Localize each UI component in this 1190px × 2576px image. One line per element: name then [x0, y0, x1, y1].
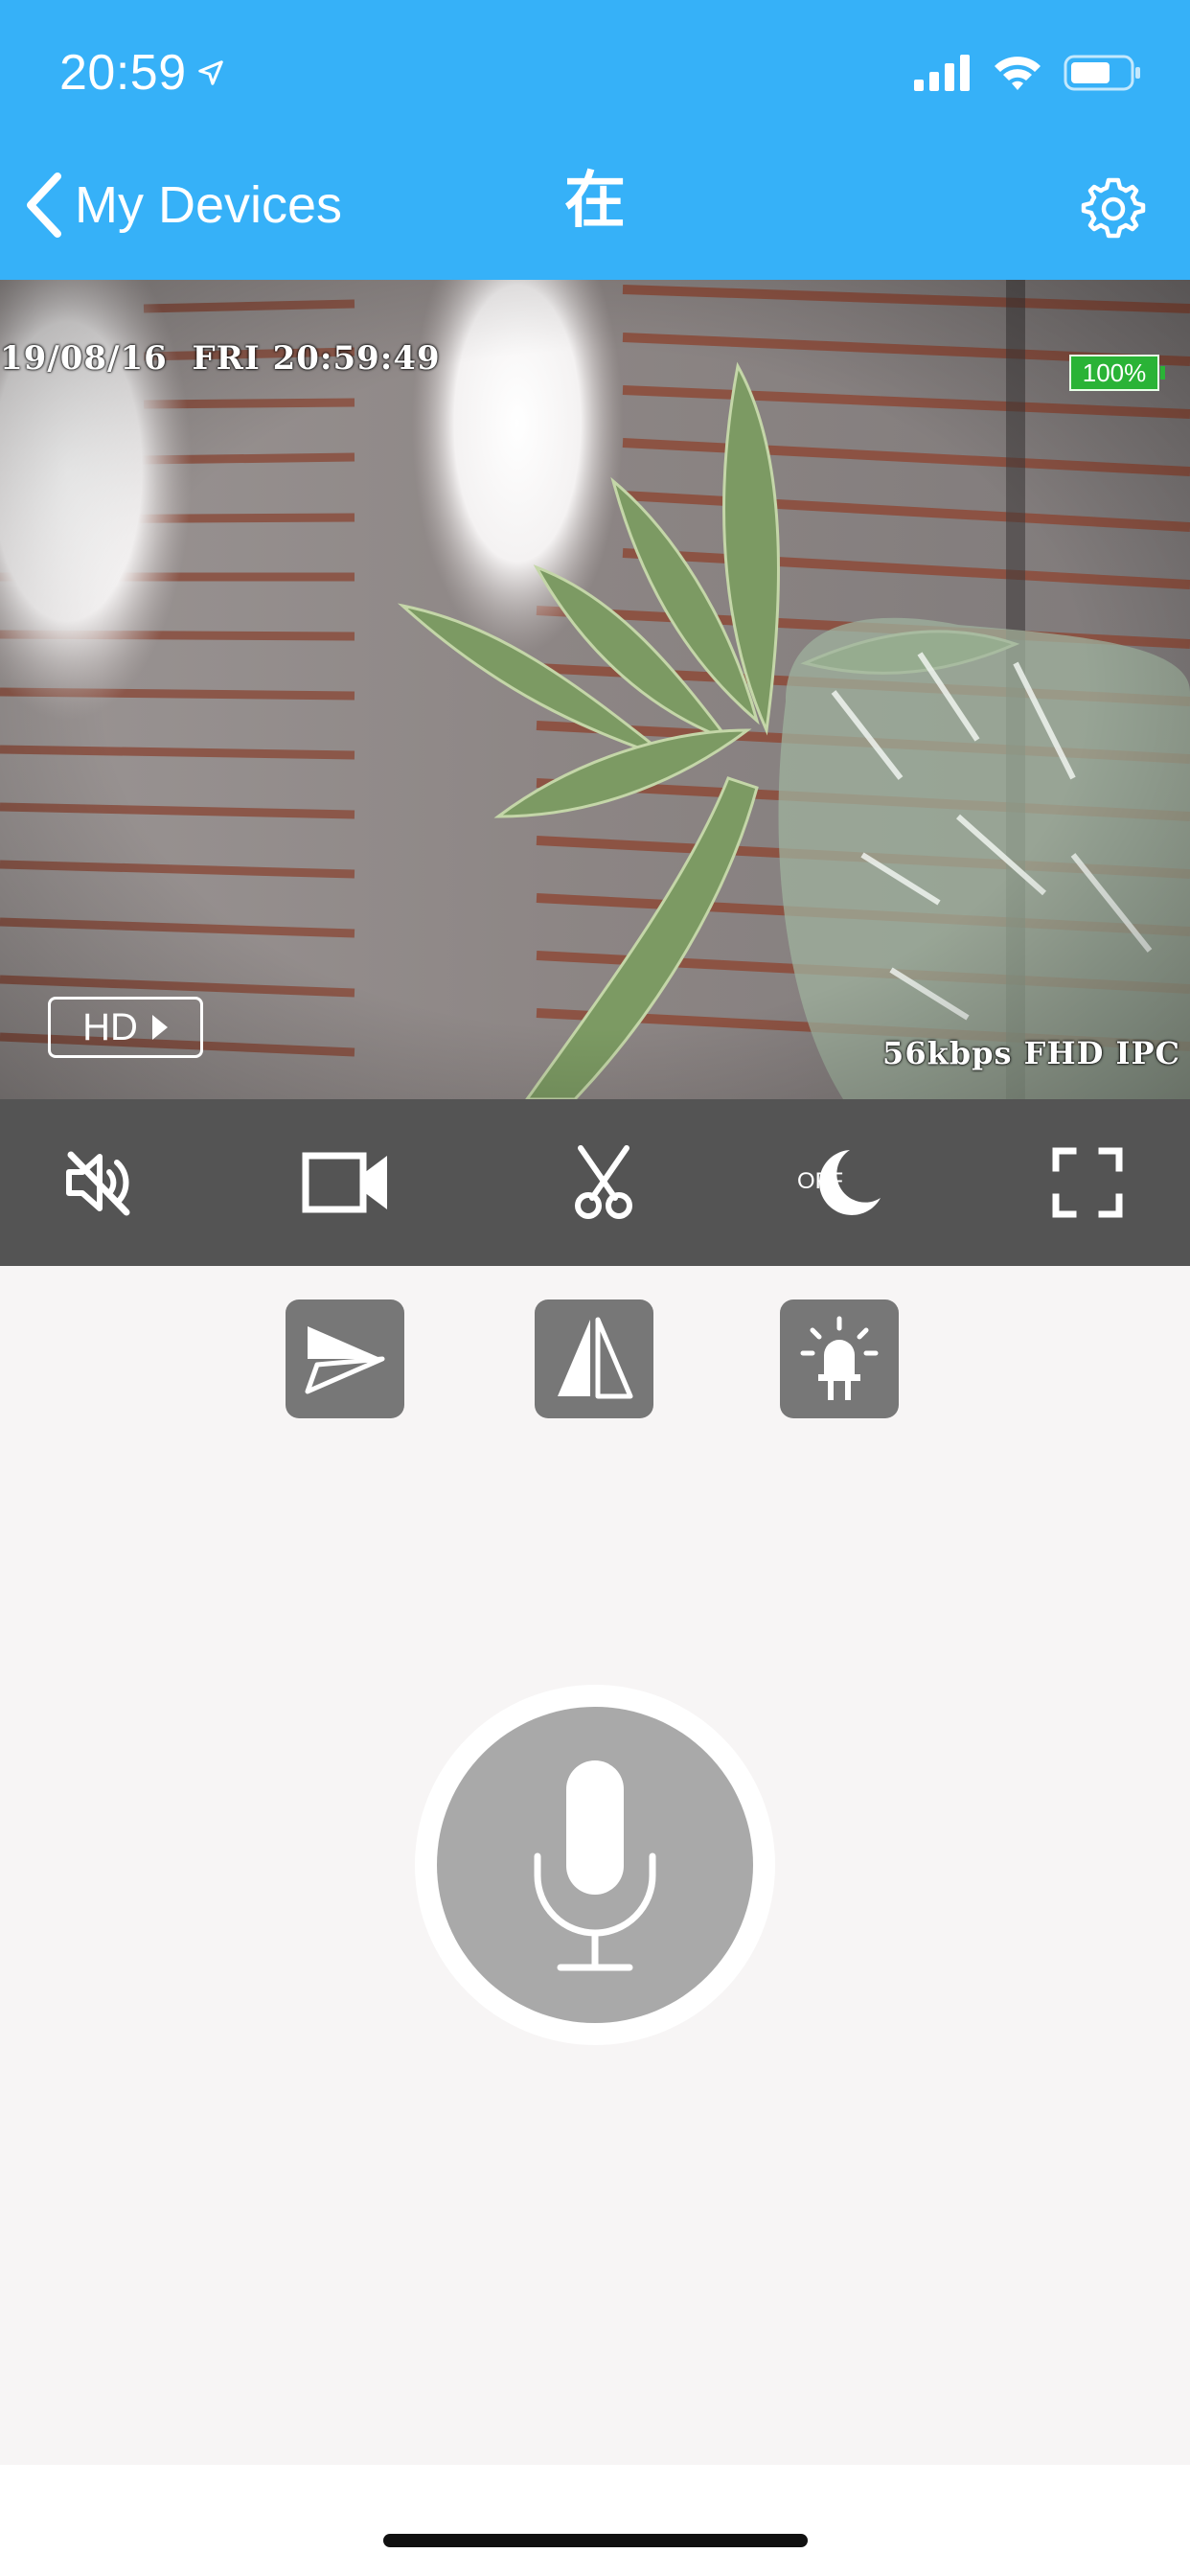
- night-mode-label: OFF: [797, 1168, 843, 1194]
- header: 20:59 My Devices 在: [0, 0, 1190, 280]
- location-arrow-icon: [197, 60, 223, 85]
- battery-icon: [1064, 55, 1140, 91]
- cellular-signal-icon: [914, 55, 970, 91]
- led-light-icon: [800, 1316, 879, 1400]
- status-time-text: 20:59: [59, 45, 187, 101]
- mute-button[interactable]: [27, 1099, 171, 1266]
- light-button[interactable]: [780, 1300, 899, 1418]
- scissors-icon: [575, 1145, 632, 1219]
- video-control-bar: OFF: [0, 1099, 1190, 1266]
- microphone-icon: [534, 1760, 656, 1971]
- quality-label: HD: [82, 1005, 138, 1048]
- night-mode-button[interactable]: OFF: [767, 1099, 910, 1266]
- flip-vertical-icon: [305, 1326, 385, 1394]
- camera-battery-badge: 100%: [1069, 355, 1165, 391]
- settings-button[interactable]: [1079, 174, 1148, 243]
- camera-video-feed[interactable]: 19/08/16 FRI 20:59:49 100% HD 56kbps FHD…: [0, 280, 1190, 1099]
- home-indicator[interactable]: [383, 2534, 808, 2547]
- flip-vertical-button[interactable]: [286, 1300, 404, 1418]
- video-timestamp: 19/08/16 FRI 20:59:49: [0, 339, 441, 378]
- video-bitrate-info: 56kbps FHD IPC: [882, 1035, 1180, 1071]
- video-camera-icon: [302, 1152, 387, 1213]
- speaker-muted-icon: [66, 1151, 130, 1216]
- quality-hd-button[interactable]: HD: [48, 997, 203, 1058]
- device-live-view-screen: 20:59 My Devices 在 19/08/16 FRI 20:59:49…: [0, 0, 1190, 2576]
- fullscreen-icon: [1052, 1147, 1123, 1218]
- talk-microphone-button[interactable]: [415, 1685, 775, 2045]
- page-title: 在: [564, 166, 626, 237]
- gear-icon: [1081, 177, 1146, 239]
- status-time: 20:59: [59, 44, 225, 102]
- record-button[interactable]: [275, 1099, 419, 1266]
- camera-scene-image: [0, 280, 1190, 1099]
- mirror-icon: [558, 1317, 633, 1399]
- snapshot-button[interactable]: [532, 1099, 675, 1266]
- bottom-safe-area: [0, 2465, 1190, 2576]
- wifi-icon: [995, 57, 1041, 90]
- fullscreen-button[interactable]: [1016, 1099, 1159, 1266]
- mirror-button[interactable]: [535, 1300, 653, 1418]
- status-icons: [914, 54, 1142, 92]
- microphone-button-inner: [437, 1707, 753, 2023]
- play-triangle-icon: [151, 1015, 168, 1040]
